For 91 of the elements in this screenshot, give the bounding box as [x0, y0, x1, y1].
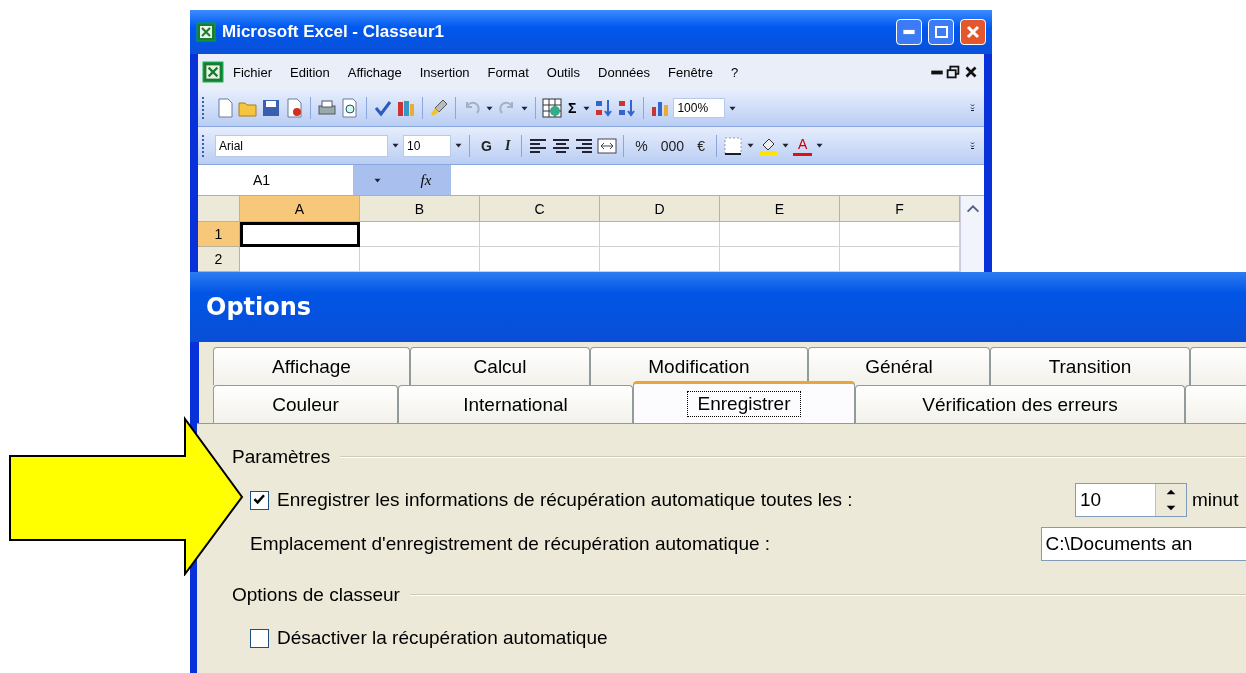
caret-icon [372, 176, 382, 184]
column-header[interactable]: C [480, 196, 600, 222]
group-title: Options de classeur [232, 584, 400, 606]
merge-cells-icon[interactable] [597, 135, 618, 156]
checkbox-label[interactable]: Désactiver la récupération automatique [277, 627, 608, 649]
sheet-globe-icon[interactable] [542, 98, 562, 118]
menu-item[interactable]: Edition [281, 62, 339, 82]
column-header[interactable]: D [600, 196, 720, 222]
euro-button[interactable]: € [692, 135, 710, 156]
maximize-button[interactable] [928, 19, 954, 45]
field-label: Emplacement d'enregistrement de récupération automatique : [250, 533, 771, 555]
caret-icon[interactable] [728, 104, 738, 112]
row-header[interactable]: 1 [198, 222, 240, 247]
caret-icon[interactable] [391, 142, 400, 149]
tab[interactable]: Général [808, 347, 990, 385]
active-cell[interactable] [240, 222, 360, 247]
tab[interactable]: Vérification des erreurs [855, 385, 1185, 423]
permission-icon[interactable] [284, 98, 304, 118]
print-preview-icon[interactable] [340, 98, 360, 118]
tab[interactable] [1185, 385, 1246, 423]
borders-icon[interactable] [722, 135, 743, 156]
minimize-button[interactable] [896, 19, 922, 45]
column-header[interactable]: F [840, 196, 960, 222]
menu-item[interactable]: Affichage [338, 62, 411, 82]
dialog-title: Options [206, 293, 312, 321]
column-header[interactable]: A [240, 196, 360, 222]
zoom-field[interactable]: 100% [673, 98, 726, 118]
thousands-button[interactable]: 000 [655, 135, 690, 156]
excel-icon[interactable] [202, 61, 224, 83]
menu-item[interactable]: Données [589, 62, 660, 82]
doc-restore-icon[interactable] [944, 63, 962, 81]
menu-item[interactable]: Fenêtre [659, 62, 722, 82]
menu-item[interactable]: ? [721, 62, 748, 82]
caret-icon[interactable] [815, 142, 825, 149]
spin-down-icon[interactable] [1164, 503, 1178, 513]
bold-button[interactable]: G [476, 135, 497, 156]
caret-icon[interactable] [485, 104, 494, 112]
menu-item[interactable]: Insertion [410, 62, 479, 82]
save-icon[interactable] [261, 98, 281, 118]
tab[interactable]: Modification [590, 347, 808, 385]
menu-item[interactable]: Format [478, 62, 538, 82]
row-header[interactable]: 2 [198, 247, 240, 272]
checkbox-label[interactable]: Enregistrer les informations de récupération automatique toutes les : [277, 489, 853, 511]
cell[interactable] [840, 222, 960, 247]
cell[interactable] [480, 222, 600, 247]
spin-up-icon[interactable] [1164, 487, 1178, 497]
cell[interactable] [600, 222, 720, 247]
caret-icon[interactable] [582, 104, 592, 112]
tab[interactable] [1190, 347, 1246, 385]
sort-descending-icon[interactable] [617, 98, 638, 118]
cell[interactable] [720, 222, 840, 247]
column-header[interactable]: E [720, 196, 840, 222]
print-icon[interactable] [317, 98, 337, 118]
checkbox[interactable] [250, 490, 269, 510]
unit-label: minut [1192, 489, 1239, 511]
close-button[interactable] [960, 19, 986, 45]
excel-icon [196, 22, 216, 42]
autosum-button[interactable]: Σ [565, 100, 580, 116]
caret-icon[interactable] [745, 142, 755, 149]
tab[interactable]: Couleur [213, 385, 398, 423]
function-button[interactable]: fx [401, 165, 451, 195]
tab[interactable]: Affichage [213, 347, 410, 385]
spelling-icon[interactable] [373, 98, 393, 118]
spinner-value: 10 [1080, 489, 1102, 511]
percent-button[interactable]: % [630, 135, 653, 156]
caret-icon[interactable] [454, 142, 463, 149]
tab[interactable]: Calcul [410, 347, 590, 385]
font-color-button[interactable]: A [792, 135, 813, 156]
vertical-scrollbar[interactable] [960, 196, 984, 272]
tab[interactable]: International [398, 385, 633, 423]
research-icon[interactable] [396, 98, 416, 118]
window-title: Microsoft Excel - Classeur1 [222, 22, 446, 42]
cell[interactable] [360, 222, 480, 247]
path-field[interactable]: C:\Documents an [1040, 527, 1246, 561]
tab[interactable]: Enregistrer [633, 381, 855, 423]
column-header[interactable]: B [360, 196, 480, 222]
tab[interactable]: Transition [990, 347, 1190, 385]
menu-item[interactable]: Outils [537, 62, 589, 82]
caret-icon[interactable] [520, 104, 529, 112]
font-field[interactable]: Arial [215, 134, 388, 157]
sort-ascending-icon[interactable] [594, 98, 615, 118]
minimize-icon [902, 27, 916, 37]
group-title: Paramètres [232, 446, 331, 468]
italic-button[interactable]: I [499, 135, 516, 156]
checkbox[interactable] [250, 628, 269, 648]
menu-item[interactable]: Fichier [224, 62, 281, 82]
caret-icon[interactable] [780, 142, 790, 149]
brush-icon[interactable] [429, 98, 449, 118]
font-size-field[interactable]: 10 [403, 134, 451, 157]
number-spinner[interactable]: 10 [1075, 483, 1187, 517]
name-box[interactable]: A1 [198, 172, 353, 188]
